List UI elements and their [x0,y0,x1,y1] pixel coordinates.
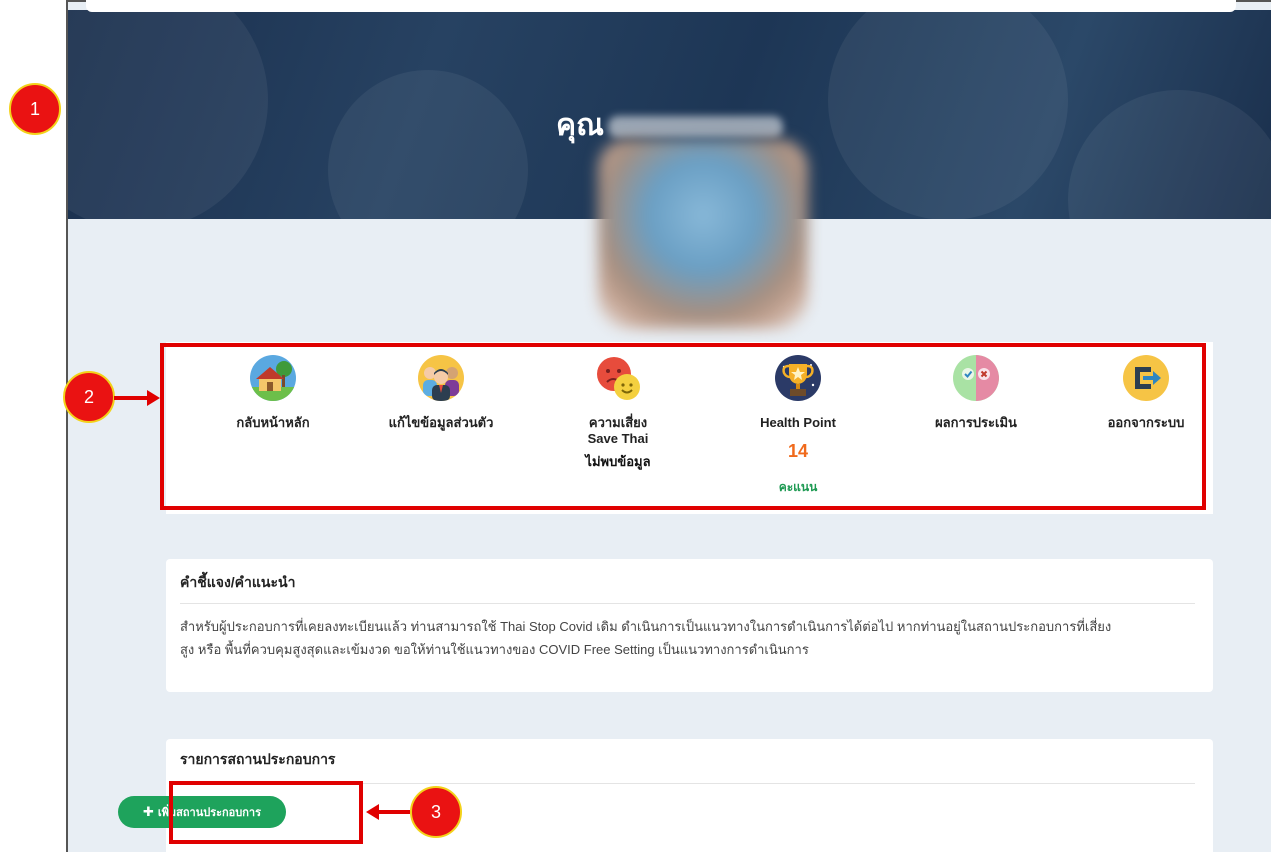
highlight-box-menu [160,343,1206,510]
callout-2: 2 [63,371,115,423]
avatar [598,139,808,329]
divider [180,603,1195,604]
instructions-text: สำหรับผู้ประกอบการที่เคยลงทะเบียนแล้ว ท่… [180,615,1193,661]
business-list-title: รายการสถานประกอบการ [180,751,336,767]
callout-1: 1 [9,83,61,135]
plus-icon: ✚ [142,804,154,819]
callout-3: 3 [410,786,462,838]
highlight-box-add-button [169,781,363,844]
instructions-line-2: สูง หรือ พื้นที่ควบคุมสูงสุดและเข้มงวด ข… [180,642,809,657]
greeting-prefix: คุณ [556,109,604,142]
instructions-card: คำชี้แจง/คำแนะนำ สำหรับผู้ประกอบการที่เค… [166,559,1213,692]
top-edge [86,0,1236,12]
instructions-title: คำชี้แจง/คำแนะนำ [180,574,296,590]
blurred-user-name [607,116,783,139]
instructions-line-1: สำหรับผู้ประกอบการที่เคยลงทะเบียนแล้ว ท่… [180,619,1112,634]
